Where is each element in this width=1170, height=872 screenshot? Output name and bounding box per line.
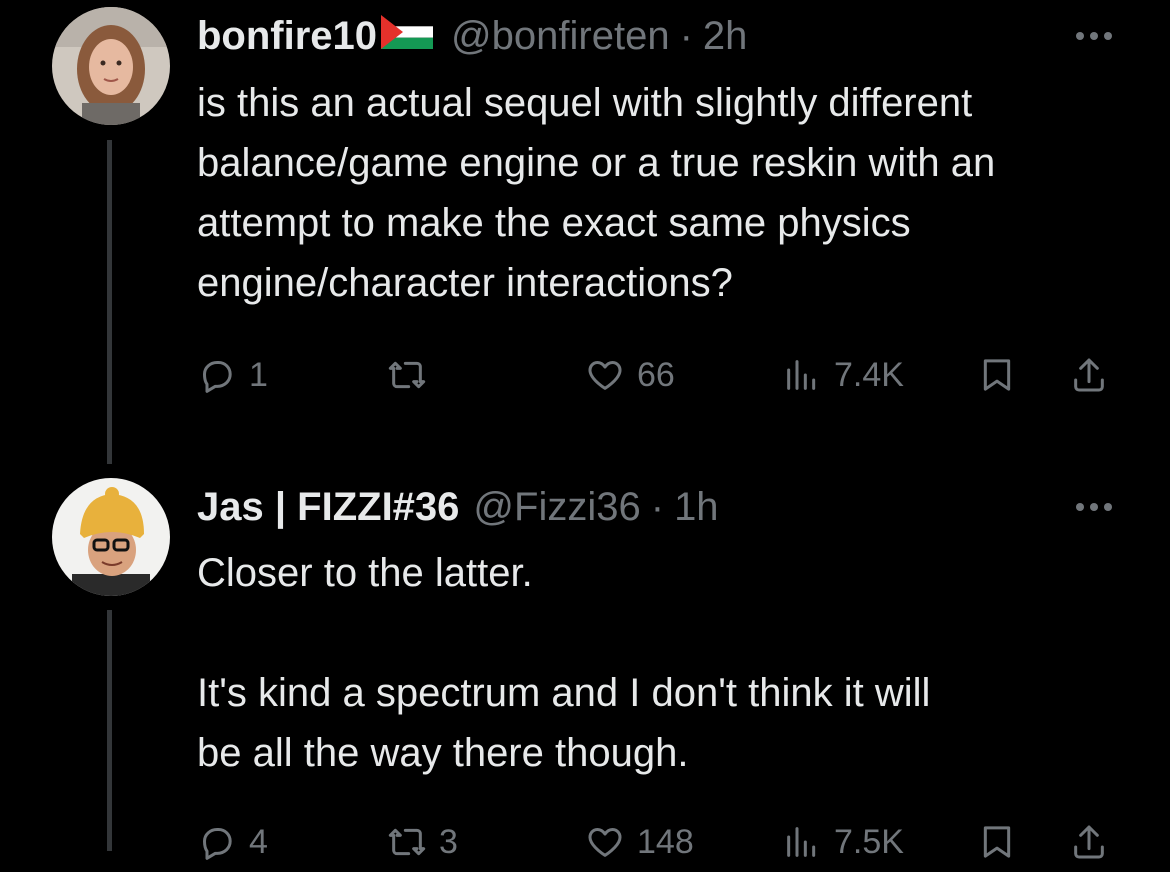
tweet-header: Jas | FIZZI#36 @Fizzi36 · 1h: [197, 483, 719, 531]
reply-icon: [203, 828, 232, 860]
retweet-icon: [388, 828, 426, 856]
reply-button[interactable]: 1: [197, 355, 268, 395]
reply-count: 1: [249, 355, 268, 394]
tweet-text: is this an actual sequel with slightly d…: [197, 73, 1137, 313]
action-bar: 4 3 148 7.5K: [197, 822, 1117, 872]
bookmark-button[interactable]: [977, 822, 1017, 862]
avatar-image: [52, 7, 170, 125]
views-count: 7.4K: [834, 355, 904, 394]
more-dot-icon: [1076, 32, 1084, 40]
more-options-button[interactable]: [1076, 32, 1112, 40]
timestamp[interactable]: 2h: [703, 12, 748, 60]
reply-count: 4: [249, 822, 268, 861]
more-dot-icon: [1104, 503, 1112, 511]
retweet-count: 3: [439, 822, 458, 861]
retweet-icon: [388, 361, 426, 389]
timestamp[interactable]: 1h: [674, 483, 719, 531]
avatar-image: [52, 478, 170, 596]
avatar[interactable]: [52, 478, 170, 596]
bookmark-icon: [983, 826, 1011, 858]
bookmark-icon: [983, 359, 1011, 391]
like-count: 148: [637, 822, 694, 861]
like-button[interactable]: 66: [585, 355, 675, 395]
tweet-text: Closer to the latter. It's kind a spectr…: [197, 543, 1137, 783]
share-icon: [1074, 358, 1104, 392]
views-chart-icon: [787, 360, 816, 390]
action-bar: 1 66 7.4K: [197, 355, 1117, 405]
tweet-text-line: be all the way there though.: [197, 731, 689, 775]
more-dot-icon: [1104, 32, 1112, 40]
more-dot-icon: [1090, 32, 1098, 40]
tweet-text-line: engine/character interactions?: [197, 261, 733, 305]
heart-icon: [588, 828, 622, 857]
more-dot-icon: [1090, 503, 1098, 511]
thread-connector: [107, 140, 112, 464]
tweet-text-line: It's kind a spectrum and I don't think i…: [197, 671, 931, 715]
tweet-text-line: attempt to make the exact same physics: [197, 201, 911, 245]
avatar[interactable]: [52, 7, 170, 125]
tweet-text-line: Closer to the latter.: [197, 551, 533, 595]
handle[interactable]: @Fizzi36: [473, 483, 640, 531]
handle[interactable]: @bonfireten: [451, 12, 670, 60]
bookmark-button[interactable]: [977, 355, 1017, 395]
tweet-text-line: balance/game engine or a true reskin wit…: [197, 141, 996, 185]
reply-icon: [203, 361, 232, 393]
more-options-button[interactable]: [1076, 503, 1112, 511]
views-button[interactable]: 7.4K: [782, 355, 904, 395]
separator: ·: [650, 485, 665, 529]
display-name[interactable]: bonfire10: [197, 12, 377, 60]
views-button[interactable]: 7.5K: [782, 822, 904, 862]
reply-button[interactable]: 4: [197, 822, 268, 862]
tweet-text-line: [197, 603, 1137, 663]
share-button[interactable]: [1069, 822, 1109, 862]
views-count: 7.5K: [834, 822, 904, 861]
tweet-text-line: is this an actual sequel with slightly d…: [197, 81, 973, 125]
heart-icon: [588, 361, 622, 390]
palestine-flag-icon: [381, 12, 434, 60]
tweet-header: bonfire10 @bonfireten · 2h: [197, 12, 747, 60]
more-dot-icon: [1076, 503, 1084, 511]
retweet-button[interactable]: 3: [387, 822, 458, 862]
separator: ·: [679, 14, 693, 58]
like-count: 66: [637, 355, 675, 394]
retweet-button[interactable]: [387, 355, 439, 395]
share-icon: [1074, 825, 1104, 859]
views-chart-icon: [787, 827, 816, 857]
thread-connector: [107, 610, 112, 851]
display-name[interactable]: Jas | FIZZI#36: [197, 483, 459, 531]
share-button[interactable]: [1069, 355, 1109, 395]
like-button[interactable]: 148: [585, 822, 694, 862]
